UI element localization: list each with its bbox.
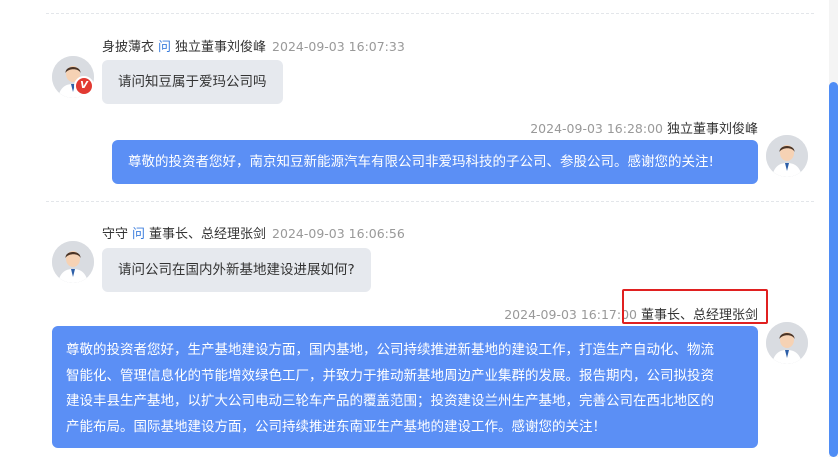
question-time: 2024-09-03 16:07:33 xyxy=(272,39,405,54)
asker-name[interactable]: 守守 xyxy=(102,227,128,242)
user-avatar-icon xyxy=(766,135,808,177)
asker-avatar[interactable] xyxy=(52,241,94,283)
question-bubble: 请问公司在国内外新基地建设进展如何? xyxy=(102,248,371,292)
highlight-box xyxy=(622,289,768,324)
user-avatar-icon xyxy=(52,241,94,283)
question-header: 身披薄衣问独立董事刘俊峰 2024-09-03 16:07:33 xyxy=(102,36,405,55)
answer-line: 建设丰县生产基地，以扩大公司电动三轮车产品的覆盖范围；投资建设兰州生产基地，完善… xyxy=(66,393,714,409)
divider xyxy=(46,201,814,202)
answerer-avatar[interactable] xyxy=(766,135,808,177)
answer-bubble: 尊敬的投资者您好，南京知豆新能源汽车有限公司非爱玛科技的子公司、参股公司。感谢您… xyxy=(112,140,758,184)
answer-bubble: 尊敬的投资者您好，生产基地建设方面，国内基地，公司持续推进新基地的建设工作，打造… xyxy=(52,326,758,448)
ask-label: 问 xyxy=(132,227,146,242)
question-bubble: 请问知豆属于爱玛公司吗 xyxy=(102,60,283,104)
question-target[interactable]: 董事长、总经理张剑 xyxy=(149,227,266,242)
answer-time: 2024-09-03 16:17:00 xyxy=(504,307,637,322)
answer-line: 尊敬的投资者您好，生产基地建设方面，国内基地，公司持续推进新基地的建设工作，打造… xyxy=(66,342,714,358)
verified-badge-icon: V xyxy=(74,76,94,96)
answerer-avatar[interactable] xyxy=(766,322,808,364)
divider xyxy=(46,13,814,14)
question-target[interactable]: 独立董事刘俊峰 xyxy=(175,40,266,55)
question-header: 守守问董事长、总经理张剑 2024-09-03 16:06:56 xyxy=(102,223,405,242)
answer-header: 2024-09-03 16:28:00 独立董事刘俊峰 xyxy=(530,118,758,137)
user-avatar-icon xyxy=(766,322,808,364)
answerer-name[interactable]: 独立董事刘俊峰 xyxy=(667,122,758,137)
question-time: 2024-09-03 16:06:56 xyxy=(272,226,405,241)
answer-time: 2024-09-03 16:28:00 xyxy=(530,121,663,136)
asker-name[interactable]: 身披薄衣 xyxy=(102,40,154,55)
ask-label: 问 xyxy=(158,40,172,55)
answer-line: 智能化、管理信息化的节能增效绿色工厂，并致力于推动新基地周边产业集群的发展。报告… xyxy=(66,367,714,384)
scrollbar-thumb[interactable] xyxy=(829,82,838,457)
answer-line: 产能布局。国际基地建设方面，公司持续推进东南亚生产基地的建设工作。感谢您的关注！ xyxy=(66,418,606,435)
